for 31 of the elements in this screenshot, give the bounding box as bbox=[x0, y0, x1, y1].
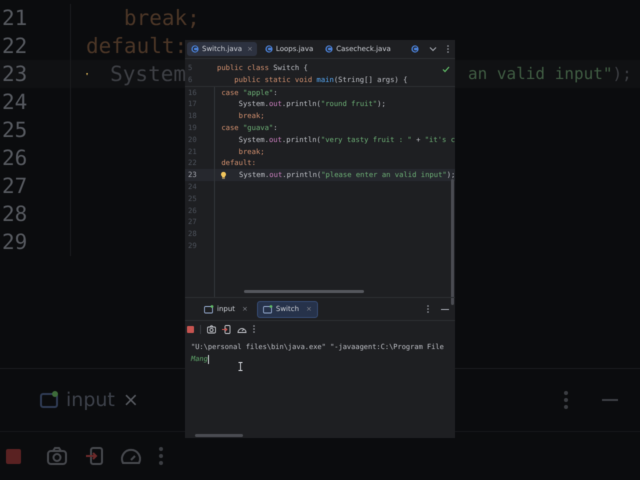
horizontal-scrollbar[interactable] bbox=[244, 290, 364, 293]
line-number: 21 bbox=[1, 5, 28, 32]
line-number: 29 bbox=[1, 229, 28, 256]
exit-icon[interactable] bbox=[222, 324, 231, 334]
line-number: 27 bbox=[1, 173, 28, 200]
code-line: break; bbox=[122, 5, 200, 32]
java-file-icon bbox=[191, 45, 199, 53]
java-file-icon bbox=[264, 45, 273, 53]
code-line: an valid input"); bbox=[468, 63, 633, 85]
check-icon bbox=[442, 66, 450, 73]
ibeam-cursor-icon bbox=[238, 362, 243, 371]
gauge-icon[interactable] bbox=[237, 325, 247, 333]
minimize-icon[interactable] bbox=[441, 308, 449, 310]
horizontal-scrollbar[interactable] bbox=[195, 434, 243, 437]
line-number: 24 bbox=[1, 89, 28, 116]
line-number: 22 bbox=[1, 33, 28, 60]
window-icon bbox=[204, 304, 214, 314]
chevron-down-icon[interactable] bbox=[429, 46, 437, 52]
vertical-scrollbar[interactable] bbox=[451, 179, 454, 305]
camera-icon[interactable] bbox=[207, 324, 216, 334]
line-number: 25 bbox=[1, 117, 28, 144]
window-icon bbox=[262, 304, 273, 314]
window-icon bbox=[40, 391, 60, 409]
stop-icon[interactable] bbox=[187, 326, 194, 332]
code-line: default: bbox=[86, 33, 188, 60]
line-number: 23 bbox=[1, 61, 28, 88]
line-number: 28 bbox=[1, 201, 28, 228]
text-caret bbox=[208, 354, 209, 364]
java-file-icon bbox=[325, 45, 334, 53]
line-number: 26 bbox=[1, 145, 28, 172]
java-file-icon[interactable] bbox=[411, 45, 419, 53]
